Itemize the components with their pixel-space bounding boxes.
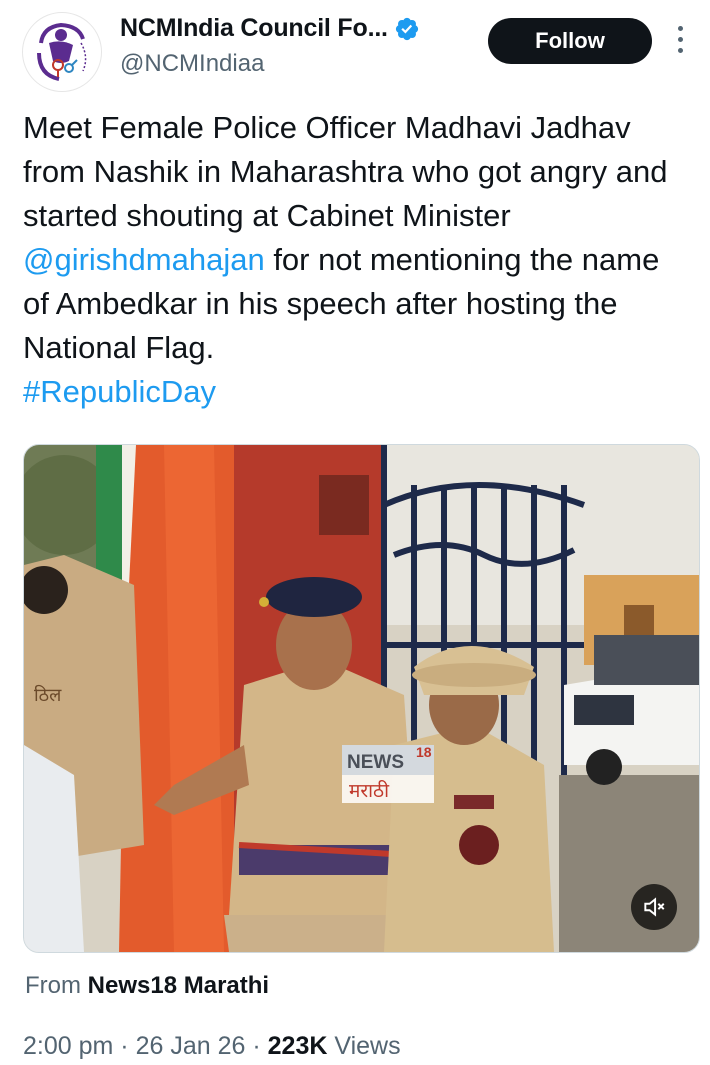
views-label: Views xyxy=(334,1032,401,1060)
tweet-date[interactable]: 26 Jan 26 xyxy=(136,1032,246,1060)
news-logo-bottom: मराठी xyxy=(349,779,390,802)
source-prefix: From xyxy=(25,972,81,999)
tweet-meta: 2:00 pm · 26 Jan 26 · 223K Views xyxy=(23,1032,401,1061)
author-handle[interactable]: @NCMIndiaa xyxy=(120,50,264,78)
news-logo-top: NEWS xyxy=(347,752,404,773)
volume-muted-icon[interactable] xyxy=(631,884,677,930)
meta-separator-2: · xyxy=(252,1032,261,1060)
meta-separator: · xyxy=(120,1032,129,1060)
video-frame: ठिल NEWS 18 मराठी xyxy=(24,445,699,952)
tweet-header: NCMIndia Council Fo... @NCMIndiaa Follow xyxy=(0,0,710,100)
author-name-row: NCMIndia Council Fo... xyxy=(120,14,420,43)
hashtag-link[interactable]: #RepublicDay xyxy=(23,374,216,409)
tweet-text-body: Meet Female Police Officer Madhavi Jadha… xyxy=(23,110,668,233)
views-count: 223K xyxy=(267,1032,328,1060)
source-name[interactable]: News18 Marathi xyxy=(88,972,269,999)
video-player[interactable]: ठिल NEWS 18 मराठी xyxy=(23,444,700,953)
verified-badge-icon xyxy=(395,17,418,40)
follow-button[interactable]: Follow xyxy=(488,18,652,64)
mention-link[interactable]: @girishdmahajan xyxy=(23,242,265,277)
tweet-text: Meet Female Police Officer Madhavi Jadha… xyxy=(23,106,693,414)
more-options-icon[interactable] xyxy=(670,26,690,60)
ncm-logo-icon xyxy=(24,14,100,90)
media-source: From News18 Marathi xyxy=(25,972,269,1000)
tweet-time[interactable]: 2:00 pm xyxy=(23,1032,113,1060)
uniform-badge-text: ठिल xyxy=(34,684,62,706)
avatar[interactable] xyxy=(22,12,102,92)
author-display-name[interactable]: NCMIndia Council Fo... xyxy=(120,14,388,43)
news-logo-num: 18 xyxy=(416,744,432,760)
